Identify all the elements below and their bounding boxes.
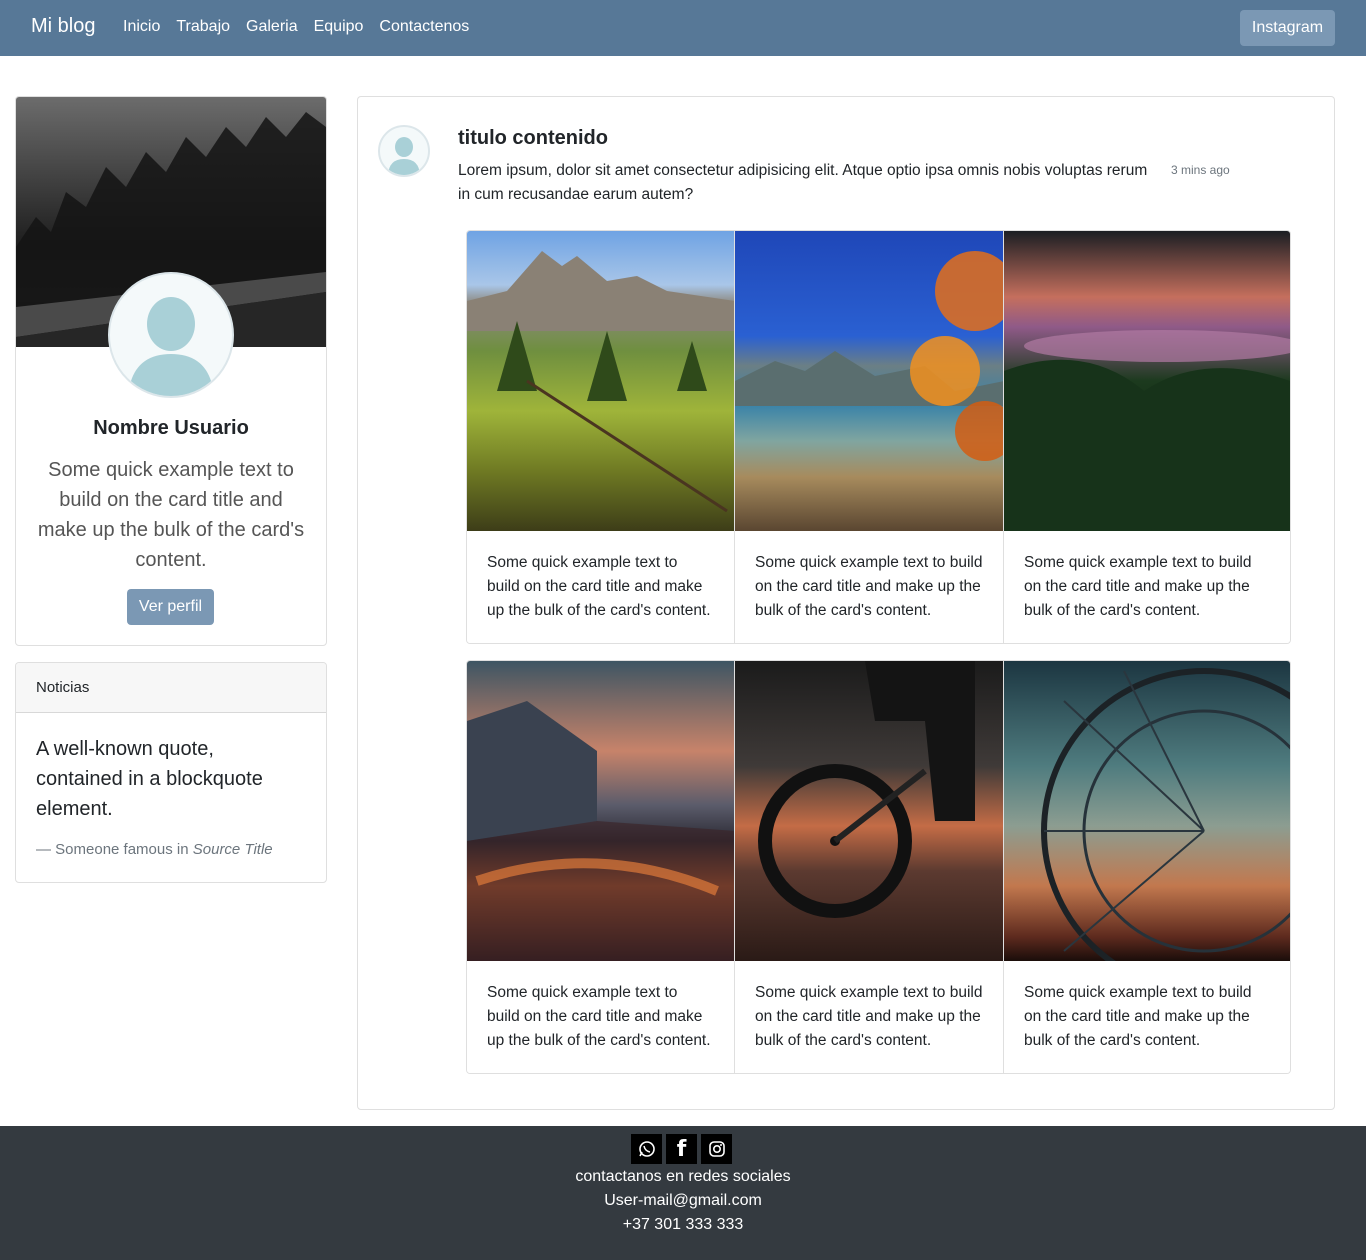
- quote-footer: — Someone famous in Source Title: [36, 841, 273, 858]
- footer: f contactanos en redes sociales User-mai…: [0, 1126, 1366, 1260]
- gallery-card-text: Some quick example text to build on the …: [487, 554, 711, 619]
- city-reflection-photo: [467, 661, 734, 961]
- nav-link-inicio[interactable]: Inicio: [123, 18, 160, 36]
- navbar: Mi blog Inicio Trabajo Galeria Equipo Co…: [0, 0, 1366, 56]
- gallery-card: Some quick example text to build on the …: [1004, 231, 1290, 643]
- mountain-meadow-photo: [467, 231, 734, 531]
- instagram-button[interactable]: Instagram: [1240, 10, 1335, 46]
- gallery-card-text: Some quick example text to build on the …: [755, 984, 983, 1049]
- gallery-card: Some quick example text to build on the …: [467, 661, 735, 1073]
- forest-sunset-photo: [1004, 231, 1290, 531]
- footer-phone: +37 301 333 333: [622, 1216, 744, 1233]
- gallery-card: Some quick example text to build on the …: [735, 661, 1004, 1073]
- social-icons: f: [631, 1134, 732, 1164]
- view-profile-button[interactable]: Ver perfil: [127, 589, 214, 625]
- bicycle-puddle-photo: [735, 661, 1003, 961]
- profile-description: Some quick example text to build on the …: [37, 459, 305, 571]
- quote-attribution: — Someone famous in: [36, 841, 193, 858]
- post-card: titulo contenido Lorem ipsum, dolor sit …: [357, 96, 1335, 1110]
- profile-avatar: [108, 272, 234, 398]
- autumn-lake-photo: [735, 231, 1003, 531]
- gallery-card-text: Some quick example text to build on the …: [487, 984, 711, 1049]
- gallery-row-1: Some quick example text to build on the …: [466, 230, 1291, 644]
- whatsapp-icon[interactable]: [631, 1134, 662, 1164]
- instagram-icon[interactable]: [701, 1134, 732, 1164]
- gallery-card: Some quick example text to build on the …: [735, 231, 1004, 643]
- gallery-card-text: Some quick example text to build on the …: [1024, 554, 1252, 619]
- nav-link-galeria[interactable]: Galeria: [246, 18, 298, 36]
- quote-source: Source Title: [192, 841, 273, 858]
- blockquote: A well-known quote, contained in a block…: [36, 738, 263, 820]
- profile-name: Nombre Usuario: [93, 417, 249, 439]
- footer-email: User-mail@gmail.com: [604, 1192, 762, 1209]
- nav-link-contactenos[interactable]: Contactenos: [379, 18, 469, 36]
- nav-link-equipo[interactable]: Equipo: [314, 18, 364, 36]
- brand-link[interactable]: Mi blog: [31, 15, 95, 38]
- gallery-row-2: Some quick example text to build on the …: [466, 660, 1291, 1074]
- post-title: titulo contenido: [458, 127, 608, 149]
- post-timestamp: 3 mins ago: [1171, 163, 1230, 177]
- profile-card: Nombre Usuario Some quick example text t…: [15, 96, 327, 646]
- gallery-card: Some quick example text to build on the …: [1004, 661, 1290, 1073]
- ferris-wheel-photo: [1004, 661, 1290, 961]
- news-header: Noticias: [16, 663, 326, 713]
- post-avatar: [378, 125, 430, 177]
- post-body: Lorem ipsum, dolor sit amet consectetur …: [458, 162, 1148, 203]
- footer-social-text: contactanos en redes sociales: [575, 1168, 791, 1185]
- nav-links: Inicio Trabajo Galeria Equipo Contacteno…: [123, 18, 485, 36]
- nav-link-trabajo[interactable]: Trabajo: [176, 18, 230, 36]
- gallery-card-text: Some quick example text to build on the …: [1024, 984, 1252, 1049]
- news-card: Noticias A well-known quote, contained i…: [15, 662, 327, 883]
- gallery-card-text: Some quick example text to build on the …: [755, 554, 983, 619]
- gallery-card: Some quick example text to build on the …: [467, 231, 735, 643]
- facebook-icon[interactable]: f: [666, 1134, 697, 1164]
